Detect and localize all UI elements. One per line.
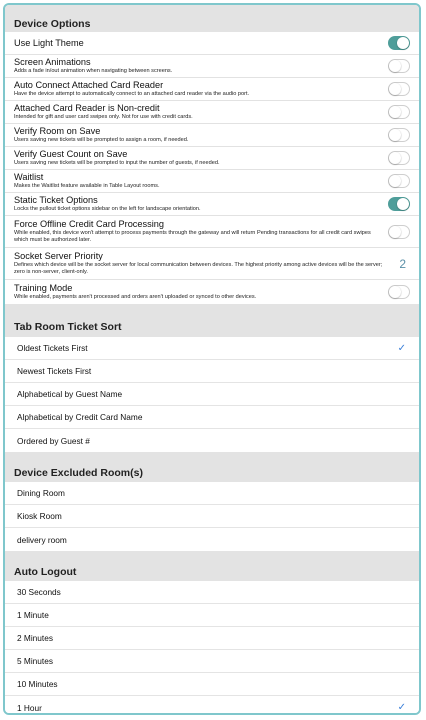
room-label: Dining Room	[17, 488, 65, 498]
section-title: Device Excluded Room(s)	[14, 467, 143, 479]
option-label: 5 Minutes	[17, 656, 53, 666]
room-label: Kiosk Room	[17, 511, 62, 521]
toggle-switch[interactable]	[388, 285, 410, 299]
option-waitlist[interactable]: Waitlist Makes the Waitlist feature avai…	[5, 170, 419, 193]
room-item-kiosk-room[interactable]: Kiosk Room	[5, 505, 419, 528]
option-force-offline-processing[interactable]: Force Offline Credit Card Processing Whi…	[5, 216, 419, 248]
section-title: Tab Room Ticket Sort	[14, 321, 122, 333]
option-card-reader-non-credit[interactable]: Attached Card Reader is Non-credit Inten…	[5, 101, 419, 124]
checkmark-icon: ✓	[397, 702, 406, 713]
section-header-tab-room-sort: Tab Room Ticket Sort	[5, 304, 419, 337]
option-label: Alphabetical by Credit Card Name	[17, 412, 143, 422]
option-title: Waitlist	[14, 172, 44, 182]
option-label: Alphabetical by Guest Name	[17, 389, 123, 399]
option-label: Oldest Tickets First	[17, 343, 88, 353]
logout-option-30-seconds[interactable]: 30 Seconds	[5, 581, 419, 604]
option-description: Makes the Waitlist feature available in …	[14, 183, 160, 189]
section-header-excluded-rooms: Device Excluded Room(s)	[5, 452, 419, 482]
option-verify-guest-count[interactable]: Verify Guest Count on Save Users saving …	[5, 147, 419, 170]
section-header-auto-logout: Auto Logout	[5, 551, 419, 581]
logout-option-1-hour[interactable]: 1 Hour ✓	[5, 696, 419, 713]
sort-option-guest-number[interactable]: Ordered by Guest #	[5, 429, 419, 452]
option-description: Intended for gift and user card swipes o…	[14, 114, 193, 120]
room-label: delivery room	[17, 534, 67, 545]
option-title: Use Light Theme	[14, 37, 84, 48]
option-static-ticket-options[interactable]: Static Ticket Options Locks the pullout …	[5, 193, 419, 216]
option-title: Verify Guest Count on Save	[14, 149, 128, 159]
settings-panel: Device Options Use Light Theme Screen An…	[3, 3, 421, 715]
option-title: Attached Card Reader is Non-credit	[14, 103, 160, 113]
room-item-delivery-room[interactable]: delivery room	[5, 528, 419, 551]
option-label: 1 Minute	[17, 610, 49, 620]
option-title: Static Ticket Options	[14, 195, 98, 205]
option-training-mode[interactable]: Training Mode While enabled, payments ar…	[5, 280, 419, 304]
sort-option-oldest[interactable]: Oldest Tickets First ✓	[5, 337, 419, 360]
option-description: Locks the pullout ticket options sidebar…	[14, 206, 201, 212]
option-description: Defines which device will be the socket …	[14, 262, 383, 275]
option-use-light-theme[interactable]: Use Light Theme	[5, 32, 419, 55]
logout-option-10-minutes[interactable]: 10 Minutes	[5, 673, 419, 696]
logout-option-1-minute[interactable]: 1 Minute	[5, 604, 419, 627]
room-item-dining-room[interactable]: Dining Room	[5, 482, 419, 505]
toggle-switch[interactable]	[388, 82, 410, 96]
option-label: Newest Tickets First	[17, 366, 92, 376]
toggle-switch[interactable]	[388, 151, 410, 165]
toggle-switch[interactable]	[388, 105, 410, 119]
logout-option-5-minutes[interactable]: 5 Minutes	[5, 650, 419, 673]
sort-option-guest-name[interactable]: Alphabetical by Guest Name	[5, 383, 419, 406]
option-label: 1 Hour	[17, 702, 42, 713]
toggle-switch[interactable]	[388, 197, 410, 211]
option-description: While enabled, this device won't attempt…	[14, 230, 371, 243]
option-label: 30 Seconds	[17, 587, 61, 597]
option-socket-server-priority[interactable]: Socket Server Priority Defines which dev…	[5, 248, 419, 280]
option-description: Users saving new tickets will be prompte…	[14, 137, 189, 143]
toggle-switch[interactable]	[388, 36, 410, 50]
toggle-switch[interactable]	[388, 128, 410, 142]
option-description: Have the device attempt to automatically…	[14, 91, 250, 97]
toggle-switch[interactable]	[388, 224, 410, 239]
option-label: 2 Minutes	[17, 633, 53, 643]
option-label: 10 Minutes	[17, 679, 58, 689]
option-auto-connect-card-reader[interactable]: Auto Connect Attached Card Reader Have t…	[5, 78, 419, 101]
sort-option-newest[interactable]: Newest Tickets First	[5, 360, 419, 383]
option-label: Ordered by Guest #	[17, 435, 90, 446]
priority-value[interactable]: 2	[399, 257, 410, 271]
option-title: Screen Animations	[14, 57, 91, 67]
sort-option-credit-card-name[interactable]: Alphabetical by Credit Card Name	[5, 406, 419, 429]
toggle-switch[interactable]	[388, 59, 410, 73]
option-description: While enabled, payments aren't processed…	[14, 294, 257, 300]
option-verify-room[interactable]: Verify Room on Save Users saving new tic…	[5, 124, 419, 147]
option-title: Auto Connect Attached Card Reader	[14, 80, 164, 90]
option-screen-animations[interactable]: Screen Animations Adds a fade in/out ani…	[5, 55, 419, 78]
option-title: Training Mode	[14, 283, 73, 293]
option-title: Force Offline Credit Card Processing	[14, 219, 164, 229]
toggle-switch[interactable]	[388, 174, 410, 188]
section-header-device-options: Device Options	[5, 5, 419, 32]
option-description: Users saving new tickets will be prompte…	[14, 160, 220, 166]
checkmark-icon: ✓	[397, 342, 406, 354]
option-description: Adds a fade in/out animation when naviga…	[14, 68, 173, 74]
section-title: Device Options	[14, 18, 91, 30]
section-title: Auto Logout	[14, 566, 77, 578]
logout-option-2-minutes[interactable]: 2 Minutes	[5, 627, 419, 650]
option-title: Socket Server Priority	[14, 251, 103, 261]
option-title: Verify Room on Save	[14, 126, 101, 136]
